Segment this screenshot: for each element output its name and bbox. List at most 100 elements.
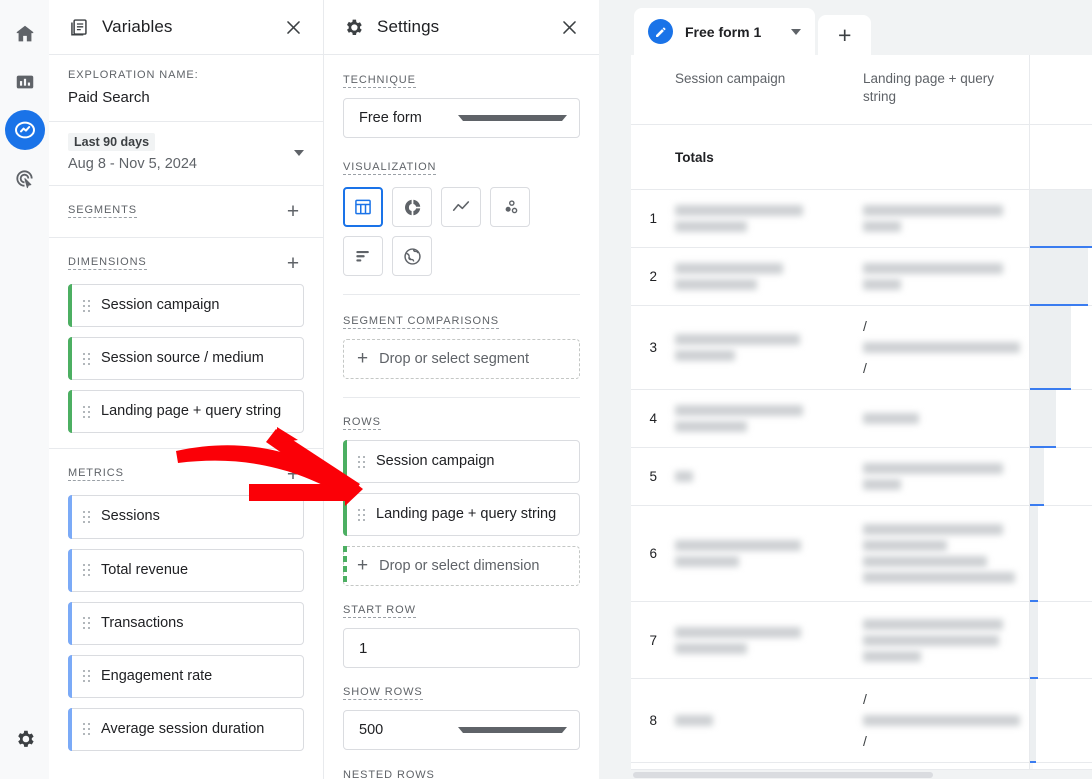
row-landing-page — [851, 390, 1029, 448]
segment-comparisons-section: SEGMENT COMPARISONS + Drop or select seg… — [324, 295, 599, 398]
table-viz-icon[interactable] — [343, 187, 383, 227]
report-tabs: Free form 1 + — [631, 8, 1092, 55]
drag-handle-icon[interactable] — [83, 406, 91, 418]
free-form-table: Session campaign Landing page + query st… — [631, 55, 1092, 779]
explore-icon[interactable] — [5, 110, 45, 150]
gear-icon[interactable] — [5, 719, 45, 759]
advertising-icon[interactable] — [5, 158, 45, 198]
show-rows-value: 500 — [359, 722, 458, 738]
metric-chip[interactable]: Average session duration — [68, 708, 304, 751]
add-tab-button[interactable]: + — [818, 15, 871, 55]
start-row-input[interactable]: 1 — [343, 628, 580, 668]
metric-chip[interactable]: Total revenue — [68, 549, 304, 592]
table-row[interactable]: 8 / / — [631, 679, 1092, 763]
drag-handle-icon[interactable] — [83, 353, 91, 365]
drag-handle-icon[interactable] — [358, 509, 366, 521]
panel-gap — [599, 0, 631, 779]
row-landing-page — [851, 448, 1029, 506]
totals-sessions-value: 67 — [1029, 125, 1092, 190]
variables-panel-title: Variables — [102, 17, 280, 37]
row-session-campaign — [663, 390, 851, 448]
variables-icon — [68, 17, 89, 38]
plus-icon: + — [357, 555, 368, 577]
drag-handle-icon[interactable] — [358, 456, 366, 468]
chevron-down-icon[interactable] — [791, 29, 801, 35]
close-icon[interactable] — [280, 14, 307, 41]
drag-handle-icon[interactable] — [83, 564, 91, 576]
exploration-name-section: EXPLORATION NAME: Paid Search — [49, 55, 323, 122]
table-row[interactable]: 1 3 — [631, 190, 1092, 248]
scrollbar-thumb[interactable] — [633, 772, 933, 778]
dimensions-section: DIMENSIONS + Session campaign Session so… — [49, 238, 323, 449]
table-row[interactable]: 7 — [631, 602, 1092, 679]
technique-select[interactable]: Free form — [343, 98, 580, 138]
dimension-label: Landing page + query string — [101, 402, 281, 421]
metric-label: Transactions — [101, 614, 183, 633]
column-header-landing-page[interactable]: Landing page + query string — [851, 55, 1029, 125]
column-header-sessions[interactable]: ↓Sessions — [1029, 55, 1092, 125]
edit-pencil-icon — [648, 19, 673, 44]
date-preset-chip: Last 90 days — [68, 133, 155, 151]
rows-section: ROWS Session campaign Landing page + que… — [324, 398, 599, 586]
row-sessions-value — [1029, 306, 1092, 390]
add-segment-button[interactable]: + — [282, 200, 304, 222]
row-dimension-chip[interactable]: Session campaign — [343, 440, 580, 483]
date-range-selector[interactable]: Last 90 days Aug 8 - Nov 5, 2024 — [49, 122, 323, 186]
start-row-value: 1 — [359, 640, 567, 657]
metrics-section: METRICS + Sessions Total revenue Transac… — [49, 449, 323, 766]
line-viz-icon[interactable] — [441, 187, 481, 227]
drag-handle-icon[interactable] — [83, 300, 91, 312]
row-index: 1 — [631, 190, 663, 248]
row-sessions-value — [1029, 390, 1092, 448]
add-dimension-button[interactable]: + — [282, 252, 304, 274]
drag-handle-icon[interactable] — [83, 723, 91, 735]
exploration-name-value[interactable]: Paid Search — [68, 89, 304, 106]
drag-handle-icon[interactable] — [83, 511, 91, 523]
metric-label: Engagement rate — [101, 667, 212, 686]
table-row[interactable]: 4 — [631, 390, 1092, 448]
horizontal-scrollbar[interactable] — [631, 769, 1092, 779]
tab-free-form-1[interactable]: Free form 1 — [634, 8, 815, 55]
dimensions-label: DIMENSIONS — [68, 256, 147, 270]
table-row[interactable]: 5 — [631, 448, 1092, 506]
close-icon[interactable] — [556, 14, 583, 41]
home-icon[interactable] — [5, 14, 45, 54]
table-row[interactable]: 3 / / — [631, 306, 1092, 390]
row-landing-page — [851, 190, 1029, 248]
dimension-chip[interactable]: Landing page + query string — [68, 390, 304, 433]
segment-dropzone[interactable]: + Drop or select segment — [343, 339, 580, 379]
metric-chip[interactable]: Transactions — [68, 602, 304, 645]
donut-viz-icon[interactable] — [392, 187, 432, 227]
row-landing-page — [851, 602, 1029, 679]
metric-chip[interactable]: Engagement rate — [68, 655, 304, 698]
dimension-chip[interactable]: Session campaign — [68, 284, 304, 327]
row-index: 7 — [631, 602, 663, 679]
segment-comparisons-label: SEGMENT COMPARISONS — [343, 315, 499, 329]
table-row[interactable]: 2 — [631, 248, 1092, 306]
row-sessions-value — [1029, 602, 1092, 679]
geo-viz-icon[interactable] — [392, 236, 432, 276]
row-landing-page — [851, 506, 1029, 602]
drag-handle-icon[interactable] — [83, 617, 91, 629]
drag-handle-icon[interactable] — [83, 670, 91, 682]
chevron-down-icon[interactable] — [294, 150, 304, 156]
row-index: 3 — [631, 306, 663, 390]
column-header-session-campaign[interactable]: Session campaign — [663, 55, 851, 125]
dimension-chip[interactable]: Session source / medium — [68, 337, 304, 380]
row-index: 4 — [631, 390, 663, 448]
row-dimension-chip[interactable]: Landing page + query string — [343, 493, 580, 536]
rows-dropzone[interactable]: + Drop or select dimension — [343, 546, 580, 586]
show-rows-select[interactable]: 500 — [343, 710, 580, 750]
technique-value: Free form — [359, 110, 458, 126]
start-row-section: START ROW 1 — [324, 586, 599, 668]
variables-panel-header: Variables — [49, 0, 323, 55]
reports-icon[interactable] — [5, 62, 45, 102]
row-index: 8 — [631, 679, 663, 763]
settings-panel: Settings TECHNIQUE Free form VISUALIZATI… — [324, 0, 599, 779]
add-metric-button[interactable]: + — [282, 463, 304, 485]
plus-icon: + — [357, 348, 368, 370]
metric-chip[interactable]: Sessions — [68, 495, 304, 538]
table-row[interactable]: 6 — [631, 506, 1092, 602]
bar-viz-icon[interactable] — [343, 236, 383, 276]
scatter-viz-icon[interactable] — [490, 187, 530, 227]
